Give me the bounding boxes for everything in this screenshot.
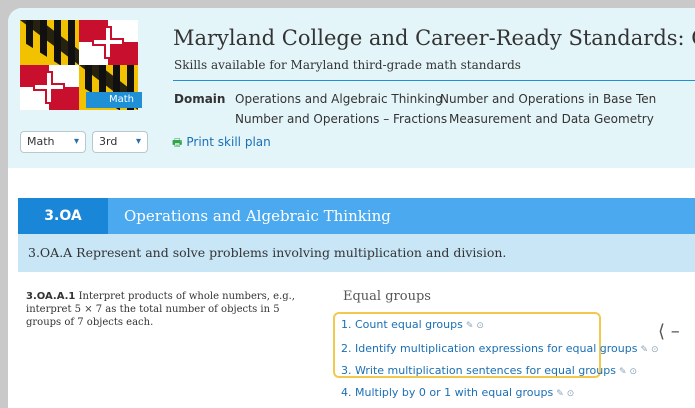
print-label: Print skill plan — [186, 135, 271, 149]
skill-label: 1. Count equal groups — [341, 318, 463, 331]
domain-label: Domain — [174, 92, 226, 106]
page-title: Maryland College and Career-Ready Standa… — [173, 26, 695, 50]
skill-label: 2. Identify multiplication expressions f… — [341, 342, 638, 355]
pencil-icon: ✎ — [640, 345, 648, 355]
pencil-icon: ✎ — [556, 389, 564, 399]
play-icon: ⊙ — [476, 321, 484, 331]
print-skill-plan-link[interactable]: 🖶 Print skill plan — [172, 134, 271, 153]
skill-group-heading: Equal groups — [343, 289, 431, 304]
domain-link-oa[interactable]: Operations and Algebraic Thinking — [235, 92, 443, 106]
skill-link-2[interactable]: 2. Identify multiplication expressions f… — [341, 342, 659, 355]
play-icon: ⊙ — [629, 367, 638, 377]
math-badge: Math — [86, 92, 142, 108]
subsection-band: 3.OA.A Represent and solve problems invo… — [18, 234, 695, 272]
skill-link-4[interactable]: 4. Multiply by 0 or 1 with equal groups ✎… — [341, 386, 574, 399]
section-band: 3.OA Operations and Algebraic Thinking — [18, 198, 695, 234]
subject-select-value: Math — [27, 135, 55, 148]
chevron-down-icon: ▾ — [73, 136, 79, 147]
page: Math Math ▾ 3rd ▾ Maryland College and C… — [8, 8, 695, 408]
skill-label: 3. Write multiplication sentences for eq… — [341, 364, 616, 377]
standard-description: 3.OA.A.1 Interpret products of whole num… — [26, 290, 312, 329]
section-title: Operations and Algebraic Thinking — [124, 207, 391, 225]
arrow-left-icon: ⟨ – — [658, 321, 680, 342]
play-icon: ⊙ — [566, 389, 575, 399]
subject-select[interactable]: Math ▾ — [20, 131, 86, 153]
pencil-icon: ✎ — [618, 367, 627, 377]
chevron-down-icon: ▾ — [135, 136, 141, 147]
domain-link-nbt[interactable]: Number and Operations in Base Ten — [440, 92, 656, 106]
subsection-title: 3.OA.A Represent and solve problems invo… — [28, 245, 507, 260]
skill-link-1[interactable]: 1. Count equal groups ✎ ⊙ — [341, 318, 484, 331]
grade-select-value: 3rd — [99, 135, 118, 148]
domain-link-nf[interactable]: Number and Operations – Fractions — [235, 112, 447, 126]
section-code: 3.OA — [18, 198, 108, 234]
page-subtitle: Skills available for Maryland third-grad… — [174, 58, 521, 72]
skill-label: 4. Multiply by 0 or 1 with equal groups — [341, 386, 554, 399]
grade-select[interactable]: 3rd ▾ — [92, 131, 148, 153]
domain-link-md[interactable]: Measurement and Data — [449, 112, 590, 126]
standard-code: 3.OA.A.1 — [26, 291, 76, 302]
printer-icon: 🖶 — [172, 136, 183, 149]
play-icon: ⊙ — [651, 345, 659, 355]
pencil-icon: ✎ — [465, 321, 474, 331]
domain-link-g[interactable]: Geometry — [594, 112, 654, 126]
skill-link-3[interactable]: 3. Write multiplication sentences for eq… — [341, 364, 637, 377]
header: Math Math ▾ 3rd ▾ Maryland College and C… — [8, 8, 695, 168]
header-divider — [173, 80, 695, 81]
